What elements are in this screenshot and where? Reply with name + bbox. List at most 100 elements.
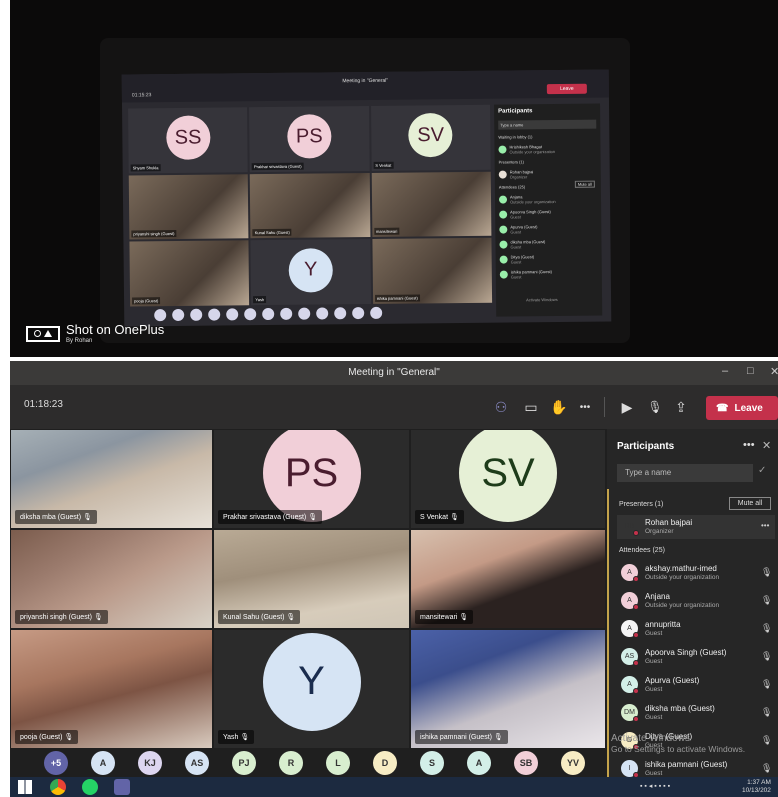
status-badge	[633, 632, 639, 638]
participant-bubble[interactable]: AS	[185, 751, 209, 775]
mic-off-icon[interactable]: 🎙	[644, 396, 666, 418]
close-window-button[interactable]: ✕	[770, 365, 778, 378]
participant-role: Guest	[645, 630, 663, 637]
attendee-row[interactable]: Iishika pamnani (Guest) Guest 🎙	[617, 757, 775, 777]
participants-icon[interactable]: ⚇	[490, 396, 512, 418]
participant-bubble[interactable]: S	[420, 751, 444, 775]
status-badge	[633, 604, 639, 610]
bubble	[298, 307, 311, 320]
laptop-video-tile: SS Shyam Shukla	[128, 107, 249, 174]
chrome-icon[interactable]	[50, 779, 66, 795]
video-tile[interactable]: ishika pamnani (Guest) 🎙	[410, 629, 606, 749]
meeting-controls-bar: 01:18:23 ⚇ ▭ ✋ ••• ▶ 🎙 ⇪ ☎ Leave ⌄	[10, 385, 778, 429]
attendee-row[interactable]: DM diksha mba (Guest) Guest 🎙	[617, 701, 775, 725]
avatar	[499, 225, 508, 234]
participant-name: mansitewari	[373, 227, 400, 236]
teams-meeting-window: Meeting in "General" – □ ✕ 01:18:23 ⚇ ▭ …	[10, 361, 778, 797]
more-actions-icon[interactable]: •••	[574, 396, 596, 418]
participant-more-icon[interactable]: •••	[761, 521, 769, 530]
windows-taskbar: ▪ ▪ ◂ ▪ ▪ ▪ ▪ 1:37 AM 10/13/202	[10, 777, 778, 797]
participant-bubble[interactable]: KJ	[138, 751, 162, 775]
panel-more-icon[interactable]: •••	[743, 439, 755, 451]
participant-role: Guest	[645, 770, 663, 777]
laptop-video-grid: SS Shyam Shukla PS Prakhar srivastava (Gues…	[128, 104, 493, 307]
presenters-section-label[interactable]: Presenters (1)	[619, 501, 663, 508]
raise-hand-icon[interactable]: ✋	[548, 396, 570, 418]
participant-bubble[interactable]: YV	[561, 751, 585, 775]
mic-off-icon[interactable]: 🎙	[761, 567, 772, 578]
attendees-section-label[interactable]: Attendees (25)	[619, 547, 665, 554]
bubble	[280, 307, 293, 320]
participant-bubble[interactable]: PJ	[232, 751, 256, 775]
participant-bubble[interactable]: +5	[44, 751, 68, 775]
video-tile[interactable]: Kunal Sahu (Guest) 🎙	[213, 529, 410, 629]
panel-close-icon[interactable]: ✕	[762, 439, 771, 452]
laptop-screen: Meeting in "General" 01:15:23 Leave SS Sh…	[121, 69, 612, 327]
participant-bubble[interactable]: A	[91, 751, 115, 775]
participant-search-input[interactable]: Type a name	[617, 464, 753, 482]
participant-bubble[interactable]: L	[326, 751, 350, 775]
participant-bubble[interactable]: A	[467, 751, 491, 775]
mic-off-icon[interactable]: 🎙	[761, 763, 772, 774]
maximize-button[interactable]: □	[747, 365, 754, 377]
laptop-participants-panel: Participants Type a name Waiting in lobb…	[494, 103, 603, 317]
mic-off-icon: 🎙	[62, 734, 74, 741]
video-tile[interactable]: SV S Venkat 🎙	[410, 429, 606, 529]
avatar	[498, 145, 507, 154]
avatar	[499, 210, 508, 219]
mic-off-icon[interactable]: 🎙	[761, 623, 772, 634]
mic-off-icon[interactable]: 🎙	[761, 595, 772, 606]
laptop-leave-button: Leave	[546, 83, 587, 95]
taskbar-clock[interactable]: 1:37 AM 10/13/202	[742, 779, 771, 795]
attendee-row[interactable]: A Apurva (Guest) Guest 🎙	[617, 673, 775, 697]
participant-role: Guest	[510, 244, 522, 250]
organizer-row[interactable]: RB Rohan bajpai Organizer •••	[617, 515, 775, 539]
teams-icon[interactable]	[114, 779, 130, 795]
mute-all-button[interactable]: Mute all	[729, 497, 771, 510]
panel-title: Participants	[617, 441, 675, 452]
attendee-row[interactable]: AS Apoorva Singh (Guest) Guest 🎙	[617, 645, 775, 669]
video-tile[interactable]: PS Prakhar srivastava (Guest) 🎙	[213, 429, 410, 529]
mic-off-icon: 🎙	[491, 734, 503, 741]
participant-bubble[interactable]: D	[373, 751, 397, 775]
minimize-button[interactable]: –	[722, 365, 728, 377]
participant-name: Prakhar srivastava (Guest)	[223, 514, 307, 521]
share-screen-icon[interactable]: ⇪	[670, 396, 692, 418]
whatsapp-icon[interactable]	[82, 779, 98, 795]
bubble	[226, 308, 239, 321]
video-tile[interactable]: priyanshi singh (Guest) 🎙	[10, 529, 213, 629]
participant-name: priyanshi singh (Guest)	[20, 614, 92, 621]
bubble	[208, 308, 221, 321]
mic-off-icon[interactable]: 🎙	[761, 679, 772, 690]
bubble	[370, 306, 383, 319]
mic-off-icon[interactable]: 🎙	[761, 651, 772, 662]
laptop-video-tile: SV S Venkat	[370, 104, 491, 171]
participant-bubble[interactable]: SB	[514, 751, 538, 775]
system-tray-icons[interactable]: ▪ ▪ ◂ ▪ ▪ ▪ ▪	[640, 782, 670, 790]
laptop-attendee-row: ishika pamnani (Guest) Guest	[499, 269, 598, 280]
attendee-row[interactable]: A Anjana Outside your organization 🎙	[617, 589, 775, 613]
phone-photo-of-laptop: Meeting in "General" 01:15:23 Leave SS Sh…	[10, 0, 778, 357]
participant-bubble[interactable]: R	[279, 751, 303, 775]
attendee-row[interactable]: Aakshay.mathur-imed Outside your organiza…	[617, 561, 775, 585]
leave-button[interactable]: ☎ Leave ⌄	[706, 396, 778, 420]
phone-icon: ☎	[716, 402, 729, 414]
camera-off-icon[interactable]: ▶	[616, 396, 638, 418]
participant-role: Organizer	[645, 528, 674, 535]
meeting-timer: 01:18:23	[24, 399, 63, 410]
video-tile[interactable]: pooja (Guest) 🎙	[10, 629, 213, 749]
avatar	[499, 240, 508, 249]
participant-name: ishika pamnani (Guest)	[374, 294, 420, 302]
participant-name: Apoorva Singh (Guest)	[645, 648, 727, 657]
chat-icon[interactable]: ▭	[520, 396, 542, 418]
oneplus-logo-icon	[26, 325, 60, 342]
bubble	[244, 308, 257, 321]
attendee-row[interactable]: Aannupritta Guest 🎙	[617, 617, 775, 641]
mic-off-icon[interactable]: 🎙	[761, 735, 772, 746]
video-tile[interactable]: Y Yash 🎙	[213, 629, 410, 749]
participant-name-label: priyanshi singh (Guest) 🎙	[15, 610, 108, 624]
video-tile[interactable]: diksha mba (Guest) 🎙	[10, 429, 213, 529]
mic-off-icon[interactable]: 🎙	[761, 707, 772, 718]
video-tile[interactable]: mansitewari 🎙	[410, 529, 606, 629]
windows-start-icon[interactable]	[18, 780, 32, 794]
